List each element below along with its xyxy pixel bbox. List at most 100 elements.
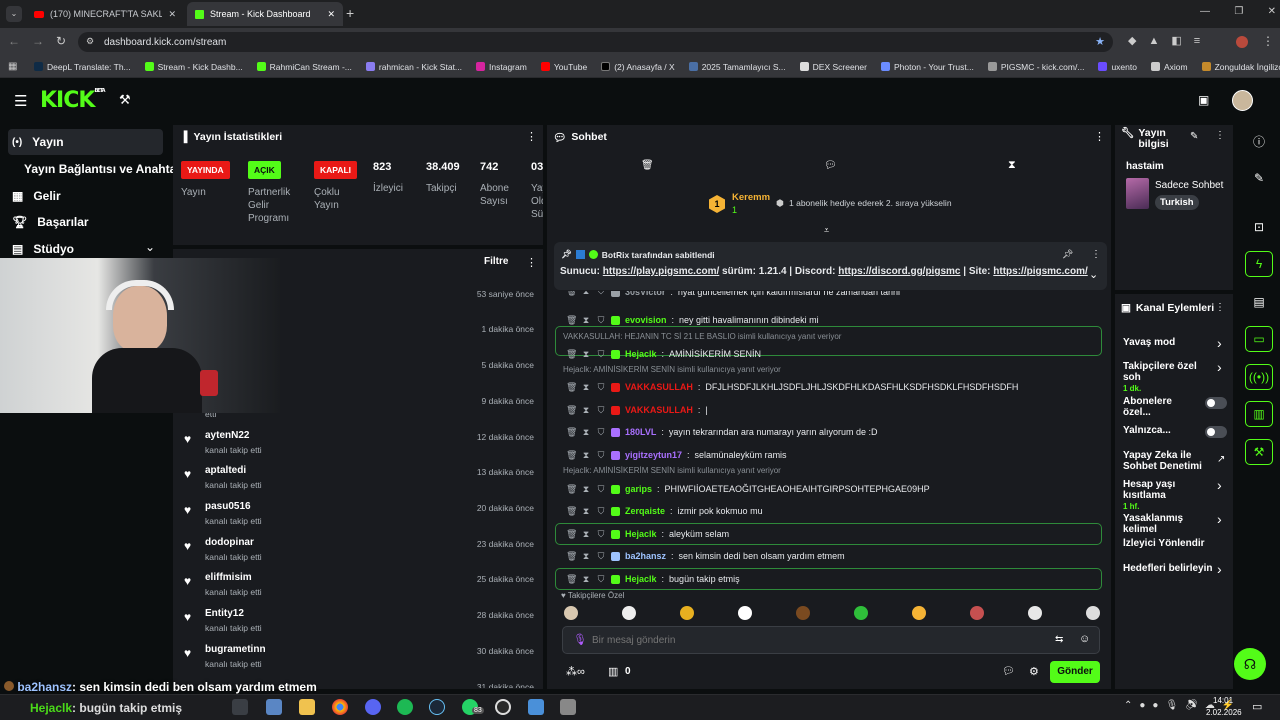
ban-shield-icon[interactable]: ⛉ [596,427,606,438]
chat-username[interactable]: 30sVictor [625,291,665,297]
star-icon[interactable]: ★ [1095,35,1105,48]
delete-icon[interactable]: 🗑︎ [566,551,577,562]
chevron-right-icon[interactable]: › [1217,477,1222,493]
timeout-icon[interactable]: ⧗ [581,551,591,562]
channel-action-item[interactable]: Takipçilere özel soh 1 dk. [1123,361,1215,394]
more-icon[interactable]: ⋮ [1094,130,1105,143]
clipboard-icon[interactable]: ▤ [1245,289,1273,315]
chat-username[interactable]: Hejaclk [625,349,657,359]
extension-icons[interactable]: ◆▲◧≡ [1128,34,1212,47]
task-view-icon[interactable] [232,699,248,715]
timeout-icon[interactable]: ⧗ [581,315,591,326]
emote-icon[interactable] [564,606,578,620]
chevron-right-icon[interactable]: › [1217,335,1222,351]
chat-username[interactable]: garips [625,484,652,494]
chat-rail-icon[interactable]: ▭ [1245,326,1273,352]
close-icon[interactable]: ✕ [168,9,176,20]
channel-action-item[interactable]: Yalnızca... [1123,425,1201,436]
sidebar-item-studyo[interactable]: ▤ Stüdyo [12,242,74,256]
new-tab-button[interactable]: + [346,5,354,21]
delete-icon[interactable]: 🗑︎ [566,315,577,326]
channel-action-item[interactable]: İzleyici Yönlendir [1123,538,1215,549]
delete-icon[interactable]: 🗑︎ [566,382,577,393]
channel-action-item[interactable]: Yasaklanmış kelimel [1123,513,1215,535]
scroll-down-icon[interactable]: ⩡ [824,225,829,236]
tab-kick-dashboard[interactable]: Stream - Kick Dashboard ✕ [187,2,343,26]
channel-action-item[interactable]: Hedefleri belirleyin [1123,563,1215,574]
emote-icon[interactable] [622,606,636,620]
folder-icon[interactable] [299,699,315,715]
app-icon[interactable] [560,699,576,715]
emote-icon[interactable] [680,606,694,620]
ban-shield-icon[interactable]: ⛉ [596,450,606,461]
more-icon[interactable]: ⋮ [1215,302,1225,313]
delete-icon[interactable]: 🗑︎ [566,349,577,360]
ban-shield-icon[interactable]: ⛉ [596,529,606,540]
bookmark-item[interactable]: rahmican - Kick Stat... [365,62,462,72]
bookmark-item[interactable]: YouTube [540,62,587,72]
window-controls[interactable]: — ❐ ✕ [1200,6,1276,17]
app-icon[interactable] [528,699,544,715]
close-window-icon[interactable]: ✕ [1268,6,1276,17]
tab-youtube[interactable]: (170) MINECRAFT'TA SAKLAMB ✕ [26,2,184,26]
bookmark-item[interactable]: PIGSMC - kick.com/... [987,62,1084,72]
hourglass-icon[interactable]: ⧗ [1008,159,1016,172]
ban-shield-icon[interactable]: ⛉ [596,349,606,360]
chevron-down-icon[interactable]: ⌄ [145,240,155,254]
ban-shield-icon[interactable]: ⛉ [596,315,606,326]
bookmark-item[interactable]: Zonguldak İngilizce... [1201,62,1280,72]
follower-name[interactable]: Entity12 [205,608,244,619]
kick-logo[interactable]: KICKBETA [40,88,106,113]
chat-username[interactable]: ba2hansz [625,551,666,561]
sidebar-item-yayin-label[interactable]: (•) Yayın [12,135,64,149]
ban-shield-icon[interactable]: ⛉ [596,405,606,416]
notification-icon[interactable]: ▭ [1252,700,1262,713]
chat-username[interactable]: 180LVL [625,427,656,437]
bookmark-item[interactable]: uxento [1098,62,1137,72]
toggle-switch[interactable] [1205,397,1227,409]
delete-icon[interactable]: 🗑︎ [566,484,577,495]
delete-icon[interactable]: 🗑︎ [566,529,577,540]
sidebar-item-gelir[interactable]: ▦ Gelir [12,189,61,203]
timeout-icon[interactable]: ⧗ [581,405,591,416]
timeout-icon[interactable]: ⧗ [581,484,591,495]
emote-icon[interactable] [1028,606,1042,620]
channel-action-item[interactable]: Yavaş mod [1123,337,1215,348]
external-link-icon[interactable]: ↗ [1217,454,1225,465]
bookmark-item[interactable]: RahmiCan Stream -... [256,62,352,72]
discord-link[interactable]: https://discord.gg/pigsmc [838,266,960,277]
follower-name[interactable]: dodopinar [205,537,254,548]
ban-shield-icon[interactable]: ⛉ [596,506,606,517]
more-icon[interactable]: ⋮ [526,130,537,143]
emote-icon[interactable] [970,606,984,620]
chat-username[interactable]: VAKKASULLAH [625,382,693,392]
chat-input[interactable] [592,632,1032,648]
chat-settings-bubble-icon[interactable]: 💬︎ [1002,666,1015,677]
avatar[interactable] [1232,90,1253,111]
timeout-icon[interactable]: ⧗ [581,450,591,461]
spotify-icon[interactable] [397,699,413,715]
bookmark-item[interactable]: (2) Anasayfa / X [601,62,675,72]
lightning-icon[interactable]: ϟ [1245,251,1273,277]
obs-icon[interactable] [495,699,511,715]
timeout-icon[interactable]: ⧗ [581,529,591,540]
reload-icon[interactable]: ↻ [56,34,66,48]
send-button[interactable]: Gönder [1050,661,1100,683]
profile-avatar-icon[interactable] [1236,36,1248,48]
follower-name[interactable]: pasu0516 [205,501,251,512]
bookmark-item[interactable]: Axiom [1150,62,1188,72]
steam-icon[interactable] [429,699,445,715]
toggle-switch[interactable] [1205,426,1227,438]
top-gifter-name[interactable]: Keremm [732,192,770,203]
ban-shield-icon[interactable]: ⛉ [596,291,606,297]
explorer-icon[interactable] [266,699,282,715]
delete-icon[interactable]: 🗑︎ [566,405,577,416]
site-link[interactable]: https://pigsmc.com/ [993,266,1087,277]
edit-icon[interactable]: ✎ [1190,131,1198,142]
chat-bubble-icon[interactable]: 💬︎ [824,160,837,171]
chat-username[interactable]: Zerqaiste [625,506,665,516]
timeout-icon[interactable]: ⧗ [581,349,591,360]
emoji-icon[interactable]: ☺ [1079,633,1090,645]
sidebar-item-stream-key[interactable]: Yayın Bağlantısı ve Anahtarı [24,162,184,176]
more-icon[interactable]: ⋮ [1091,249,1101,260]
